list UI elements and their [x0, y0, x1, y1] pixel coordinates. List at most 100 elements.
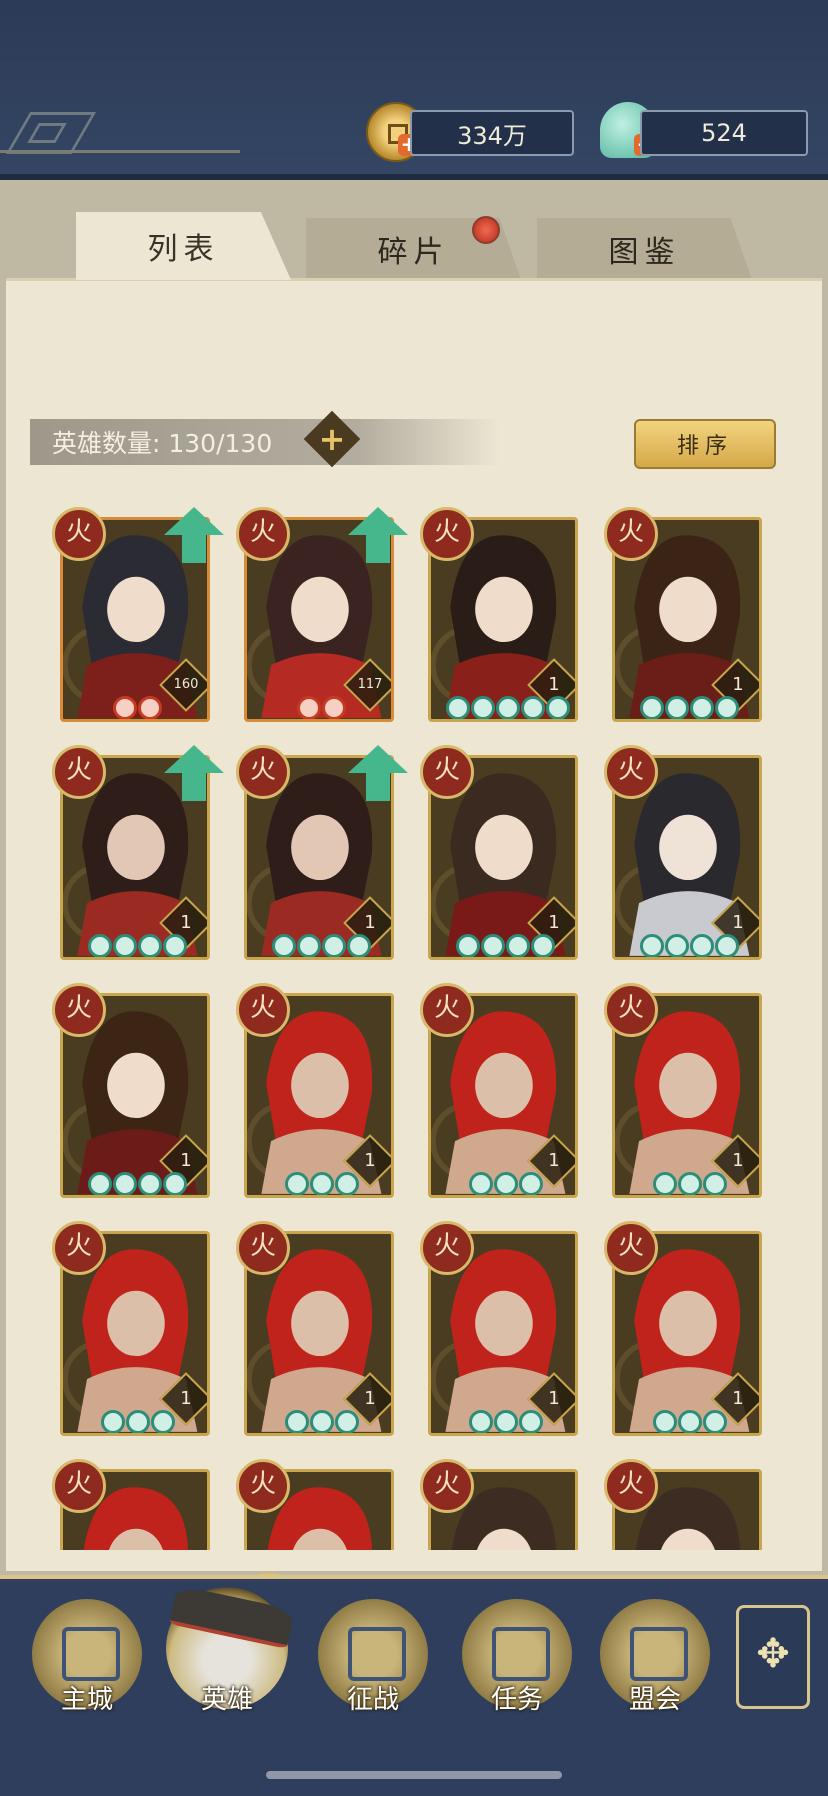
star-icon	[334, 1410, 359, 1433]
fire-element-icon: 火	[52, 1221, 106, 1275]
star-icon	[702, 1172, 727, 1195]
fire-element-icon: 火	[52, 507, 106, 561]
star-icon	[665, 934, 689, 957]
star-icon	[334, 1172, 359, 1195]
nav-label: 任务	[490, 1685, 543, 1715]
star-rating	[284, 1172, 359, 1195]
tab-encyclopedia[interactable]: 图鉴	[537, 218, 752, 280]
star-rating	[445, 696, 570, 719]
star-icon	[138, 696, 162, 719]
star-rating	[88, 1172, 187, 1195]
star-icon	[113, 1172, 137, 1195]
star-rating	[468, 1172, 543, 1195]
fire-element-icon: 火	[236, 1459, 290, 1513]
star-rating	[284, 1410, 359, 1433]
expand-hero-slots-button[interactable]: +	[303, 410, 361, 468]
star-icon	[545, 696, 570, 719]
star-icon	[520, 696, 545, 719]
fire-element-icon: 火	[236, 745, 290, 799]
nav-glyph	[348, 1627, 406, 1681]
star-rating	[297, 696, 346, 719]
nav-glyph	[62, 1627, 120, 1681]
star-rating	[652, 1410, 727, 1433]
star-rating	[456, 934, 555, 957]
star-rating	[640, 696, 739, 719]
upgrade-arrow-icon	[348, 507, 408, 563]
nav-label: 主城	[60, 1685, 113, 1715]
star-icon	[445, 696, 470, 719]
gold-amount: 334万	[410, 110, 574, 156]
star-icon	[640, 934, 664, 957]
fire-element-icon: 火	[604, 1459, 658, 1513]
fire-element-icon: 火	[236, 1221, 290, 1275]
upgrade-arrow-icon	[164, 507, 224, 563]
star-icon	[702, 1410, 727, 1433]
nav-glyph	[492, 1627, 550, 1681]
fire-element-icon: 火	[52, 745, 106, 799]
star-rating	[272, 934, 371, 957]
star-icon	[113, 934, 137, 957]
upgrade-arrow-icon	[348, 745, 408, 801]
star-icon	[468, 1410, 493, 1433]
star-icon	[493, 1410, 518, 1433]
star-icon	[309, 1172, 334, 1195]
fire-element-icon: 火	[604, 745, 658, 799]
hero-panel: 碎片 图鉴 英雄数量: 130/130 + 排序 160 火 117 火 1 火 1 火 1 火 1…	[0, 180, 828, 1649]
star-icon	[495, 696, 520, 719]
star-icon	[125, 1410, 150, 1433]
star-icon	[297, 696, 321, 719]
star-icon	[518, 1410, 543, 1433]
notification-dot-icon	[472, 216, 500, 244]
star-icon	[518, 1172, 543, 1195]
star-rating	[88, 934, 187, 957]
fire-element-icon: 火	[604, 507, 658, 561]
sort-button[interactable]: 排序	[634, 419, 776, 469]
fire-element-icon: 火	[52, 983, 106, 1037]
star-icon	[470, 696, 495, 719]
hero-count-label: 英雄数量: 130/130	[30, 419, 500, 465]
star-icon	[88, 934, 112, 957]
star-icon	[456, 934, 480, 957]
star-icon	[347, 934, 371, 957]
fire-element-icon: 火	[420, 507, 474, 561]
fire-element-icon: 火	[420, 983, 474, 1037]
star-icon	[652, 1410, 677, 1433]
tab-list[interactable]: 列表	[76, 212, 291, 280]
bottom-nav: ✥ 主城 英雄 征战 任务 盟会	[0, 1575, 828, 1796]
star-icon	[531, 934, 555, 957]
star-rating	[113, 696, 162, 719]
star-rating	[100, 1410, 175, 1433]
fire-element-icon: 火	[420, 745, 474, 799]
fire-element-icon: 火	[52, 1459, 106, 1513]
star-icon	[284, 1172, 309, 1195]
star-icon	[652, 1172, 677, 1195]
star-icon	[322, 696, 346, 719]
level-value: 117	[357, 677, 383, 692]
gem-amount: 524	[640, 110, 808, 156]
star-icon	[297, 934, 321, 957]
star-icon	[163, 1172, 187, 1195]
hero-list-area: 英雄数量: 130/130 + 排序 160 火 117 火 1 火 1 火 1 火 1 火 1 火 1 火 1…	[6, 278, 822, 1649]
star-icon	[309, 1410, 334, 1433]
nav-label: 英雄	[200, 1685, 253, 1715]
fire-element-icon: 火	[604, 983, 658, 1037]
star-rating	[640, 934, 739, 957]
plus-icon: +	[318, 420, 346, 458]
home-indicator	[266, 1771, 562, 1779]
nav-label: 盟会	[628, 1685, 681, 1715]
upgrade-arrow-icon	[164, 745, 224, 801]
nav-label: 征战	[346, 1685, 399, 1715]
star-icon	[88, 1172, 112, 1195]
flower-menu-icon[interactable]: ✥	[736, 1605, 810, 1709]
star-icon	[284, 1410, 309, 1433]
star-icon	[113, 696, 137, 719]
star-icon	[468, 1172, 493, 1195]
star-icon	[690, 934, 714, 957]
fire-element-icon: 火	[420, 1221, 474, 1275]
star-icon	[138, 934, 162, 957]
star-rating	[652, 1172, 727, 1195]
fire-element-icon: 火	[236, 983, 290, 1037]
top-divider	[0, 150, 240, 153]
star-icon	[640, 696, 664, 719]
star-icon	[677, 1410, 702, 1433]
